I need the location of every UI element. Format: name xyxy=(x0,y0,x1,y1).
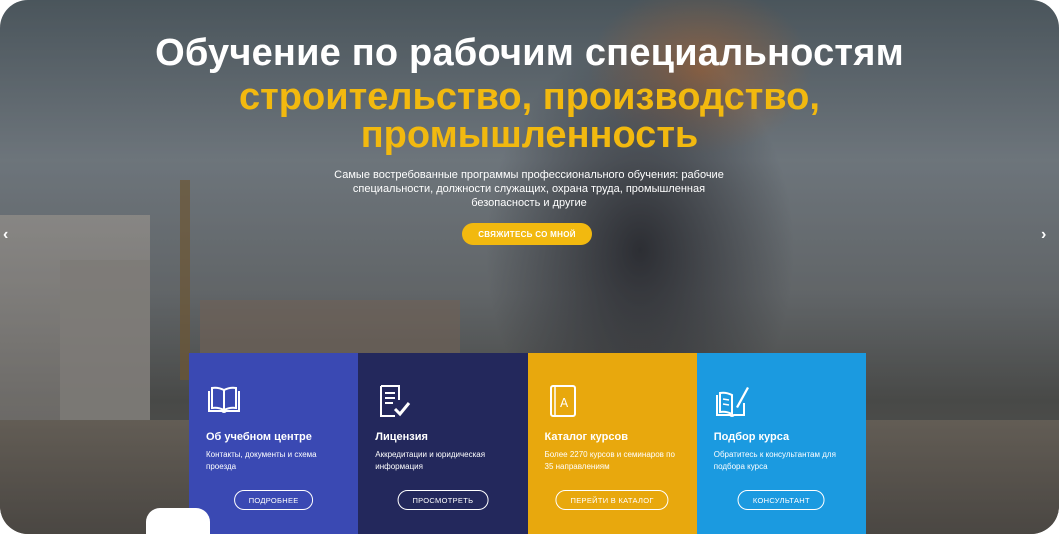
hero-title: Обучение по рабочим специальностям xyxy=(155,32,904,74)
card-description: Аккредитации и юридическая информация xyxy=(375,450,486,471)
slider-prev-arrow-icon[interactable]: ‹ xyxy=(3,226,8,244)
card-license: Лицензия Аккредитации и юридическая инфо… xyxy=(358,353,528,534)
contact-me-button[interactable]: СВЯЖИТЕСЬ СО МНОЙ xyxy=(462,223,592,245)
hero-title-accent: строительство, производство, xyxy=(239,76,820,118)
feature-cards: Об учебном центре Контакты, документы и … xyxy=(189,353,866,534)
card-title: Подбор курса xyxy=(713,431,790,443)
card-description: Контакты, документы и схема проезда xyxy=(206,450,317,471)
card-title: Лицензия xyxy=(375,431,428,443)
card-description: Обратитесь к консультантам для подбора к… xyxy=(713,450,836,471)
notebook-pen-icon xyxy=(715,387,749,417)
hero-subtitle: Самые востребованные программы профессио… xyxy=(334,169,724,209)
open-book-icon xyxy=(208,386,240,413)
consultant-button[interactable]: КОНСУЛЬТАНТ xyxy=(737,490,825,510)
more-details-button[interactable]: ПОДРОБНЕЕ xyxy=(233,490,314,510)
hero-title-accent: промышленность xyxy=(360,114,699,156)
card-title: Об учебном центре xyxy=(206,431,312,443)
card-course-selection: Подбор курса Обратитесь к консультантам … xyxy=(696,353,866,534)
document-check-icon xyxy=(380,385,411,417)
card-description: Более 2270 курсов и семинаров по 35 напр… xyxy=(544,450,675,471)
view-license-button[interactable]: ПРОСМОТРЕТЬ xyxy=(397,490,489,510)
go-to-catalog-button[interactable]: ПЕРЕЙТИ В КАТАЛОГ xyxy=(555,490,669,510)
card-title: Каталог курсов xyxy=(544,431,628,443)
catalog-book-icon: A xyxy=(549,385,576,417)
slider-next-arrow-icon[interactable]: › xyxy=(1041,226,1046,244)
svg-text:A: A xyxy=(560,396,569,410)
card-course-catalog: A Каталог курсов Более 2270 курсов и сем… xyxy=(527,353,697,534)
hero-slider: Обучение по рабочим специальностям строи… xyxy=(0,0,1059,534)
decorative-shape xyxy=(146,508,210,534)
card-about-center: Об учебном центре Контакты, документы и … xyxy=(189,353,359,534)
